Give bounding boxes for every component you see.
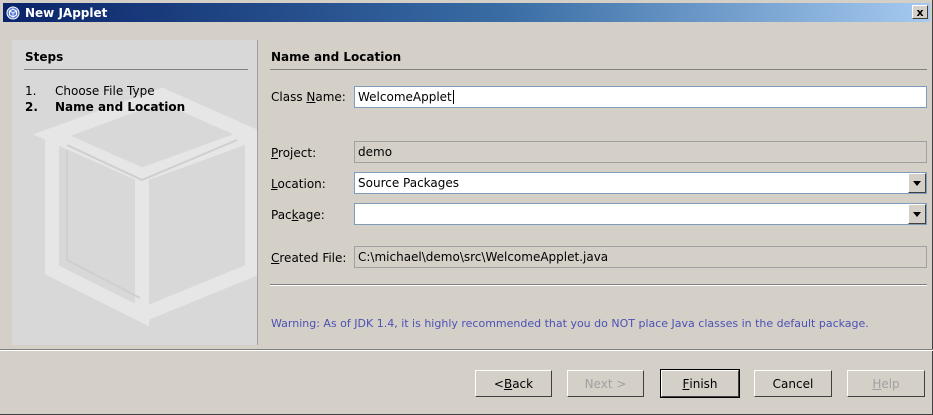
- step-item-name-and-location: 2. Name and Location: [25, 100, 185, 114]
- step-number: 2.: [25, 100, 38, 114]
- package-label: Package:: [271, 208, 325, 222]
- button-bar-separator: [0, 349, 933, 351]
- project-label: Project:: [271, 146, 317, 160]
- close-icon: x: [916, 5, 924, 19]
- step-label: Choose File Type: [55, 84, 155, 98]
- location-combobox[interactable]: Source Packages: [354, 172, 927, 194]
- help-button[interactable]: Help: [847, 370, 925, 397]
- close-button[interactable]: x: [912, 5, 928, 19]
- class-name-label: Class Name:: [271, 90, 346, 104]
- window-title: New JApplet: [25, 5, 108, 20]
- triangle-down-icon: [913, 180, 921, 186]
- step-item-choose-file-type: 1. Choose File Type: [25, 84, 155, 98]
- panel-title: Name and Location: [271, 50, 402, 64]
- package-combobox[interactable]: [354, 203, 927, 225]
- project-value: demo: [358, 145, 393, 159]
- back-button[interactable]: < Back: [475, 370, 552, 397]
- panel-separator: [270, 284, 927, 286]
- class-name-input[interactable]: WelcomeApplet: [354, 86, 927, 108]
- steps-panel: Steps 1. Choose File Type 2. Name and Lo…: [12, 40, 258, 345]
- new-japplet-dialog: New JApplet x Steps 1. Choose File Type …: [0, 0, 933, 415]
- finish-button[interactable]: Finish: [660, 369, 740, 398]
- text-caret: [452, 90, 454, 104]
- class-name-value: WelcomeApplet: [358, 90, 452, 104]
- triangle-down-icon: [913, 211, 921, 217]
- panel-divider: [270, 69, 927, 70]
- location-label: Location:: [271, 177, 326, 191]
- location-dropdown-button[interactable]: [908, 173, 926, 193]
- created-file-field: C:\michael\demo\src\WelcomeApplet.java: [354, 246, 927, 268]
- cancel-button[interactable]: Cancel: [754, 370, 832, 397]
- next-button[interactable]: Next >: [567, 370, 644, 397]
- project-field: demo: [354, 141, 927, 163]
- created-file-value: C:\michael\demo\src\WelcomeApplet.java: [358, 250, 609, 264]
- location-value: Source Packages: [358, 176, 460, 190]
- default-package-warning: Warning: As of JDK 1.4, it is highly rec…: [271, 317, 869, 330]
- step-label: Name and Location: [55, 100, 186, 114]
- steps-heading: Steps: [25, 50, 64, 64]
- created-file-label: Created File:: [271, 251, 347, 265]
- steps-divider: [24, 69, 248, 70]
- package-dropdown-button[interactable]: [908, 204, 926, 224]
- step-number: 1.: [25, 84, 37, 98]
- title-bar[interactable]: New JApplet x: [3, 3, 930, 22]
- netbeans-cube-icon: [5, 5, 21, 21]
